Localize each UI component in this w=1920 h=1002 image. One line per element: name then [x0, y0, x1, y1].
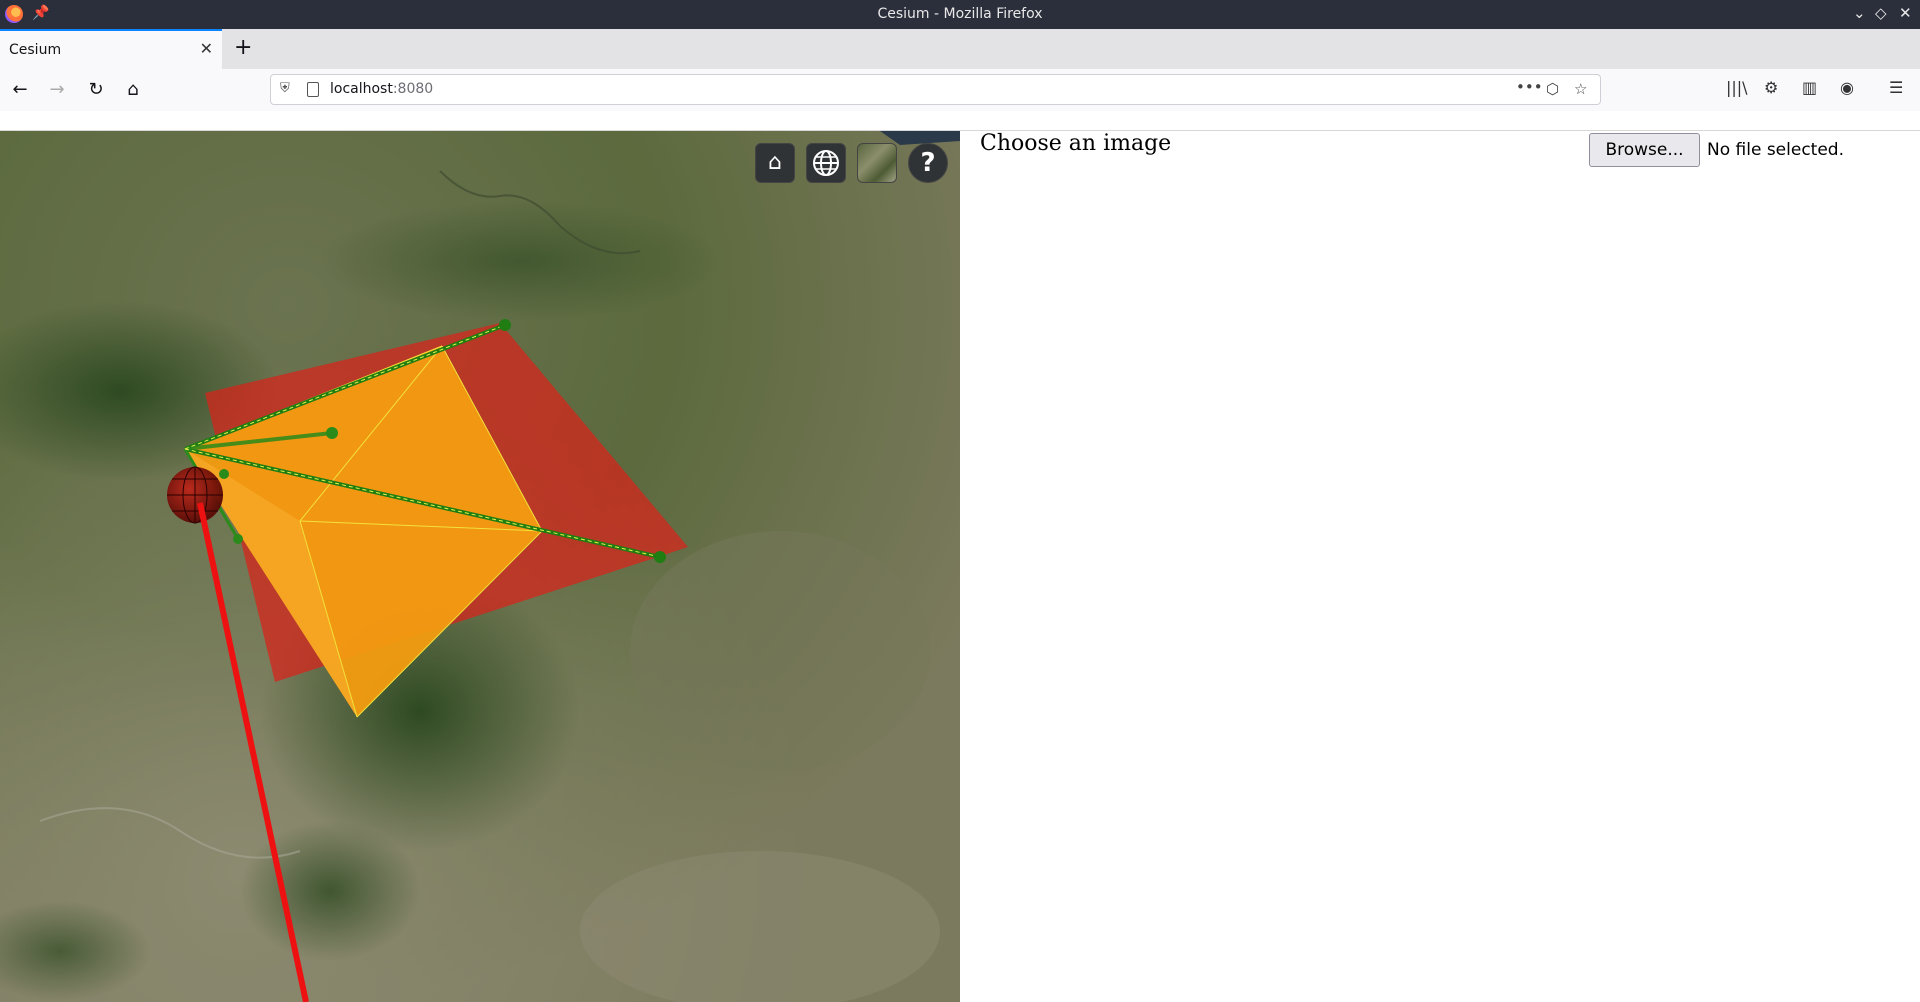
navigation-help-button[interactable]: ?	[908, 143, 948, 183]
close-tab-icon[interactable]: ✕	[200, 39, 213, 58]
file-status: No file selected.	[1707, 140, 1844, 160]
tab-bar: Cesium ✕ +	[0, 29, 1920, 69]
help-icon: ?	[920, 148, 936, 178]
page-heading: Choose an image	[980, 131, 1172, 156]
forward-icon[interactable]: →	[45, 78, 69, 102]
menu-icon[interactable]: ☰	[1889, 78, 1903, 97]
window-title: Cesium - Mozilla Firefox	[877, 6, 1043, 22]
back-icon[interactable]: ←	[8, 78, 32, 102]
bookmark-star-icon[interactable]: ☆	[1574, 80, 1587, 98]
cesium-viewer[interactable]: ⌂ ?	[0, 131, 960, 1002]
scene-mode-button[interactable]	[806, 143, 846, 183]
home-button[interactable]: ⌂	[755, 143, 795, 183]
extension-icon[interactable]: ⚙	[1764, 78, 1778, 97]
home-icon[interactable]: ⌂	[121, 78, 145, 102]
url-text[interactable]: localhost:8080	[330, 81, 433, 97]
window-titlebar: 📌 Cesium - Mozilla Firefox ⌄ ◇ ✕	[0, 0, 1920, 29]
navigation-toolbar: ← → ↻ ⌂ ⛨ localhost:8080 ••• ⬡ ☆ |||\ ⚙ …	[0, 69, 1920, 111]
tab-cesium[interactable]: Cesium ✕	[0, 29, 222, 69]
sidebar-icon[interactable]: ▥	[1802, 78, 1817, 97]
minimize-icon[interactable]: ⌄	[1853, 4, 1866, 22]
base-layer-picker[interactable]	[857, 143, 897, 183]
tracking-protection-icon[interactable]: ⛨	[280, 81, 290, 96]
pocket-icon[interactable]: ⬡	[1546, 80, 1559, 98]
tab-label: Cesium	[9, 42, 62, 58]
account-icon[interactable]: ◉	[1840, 78, 1854, 97]
browse-button[interactable]: Browse...	[1589, 133, 1700, 167]
image-panel: Choose an image Browse... No file select…	[960, 131, 1920, 1002]
page-content: ⌂ ? Choose an image Browse... No file se…	[0, 130, 1920, 1002]
maximize-icon[interactable]: ◇	[1875, 4, 1887, 22]
reload-icon[interactable]: ↻	[84, 78, 108, 102]
home-icon: ⌂	[768, 150, 782, 175]
new-tab-icon[interactable]: +	[234, 35, 252, 60]
url-bar[interactable]: ⛨ localhost:8080 ••• ⬡ ☆	[270, 74, 1601, 105]
globe-icon	[813, 150, 839, 176]
globe-scene[interactable]	[0, 131, 960, 1002]
page-info-icon[interactable]	[307, 82, 319, 97]
page-actions-icon[interactable]: •••	[1516, 78, 1543, 96]
library-icon[interactable]: |||\	[1726, 78, 1748, 97]
close-window-icon[interactable]: ✕	[1899, 4, 1912, 22]
